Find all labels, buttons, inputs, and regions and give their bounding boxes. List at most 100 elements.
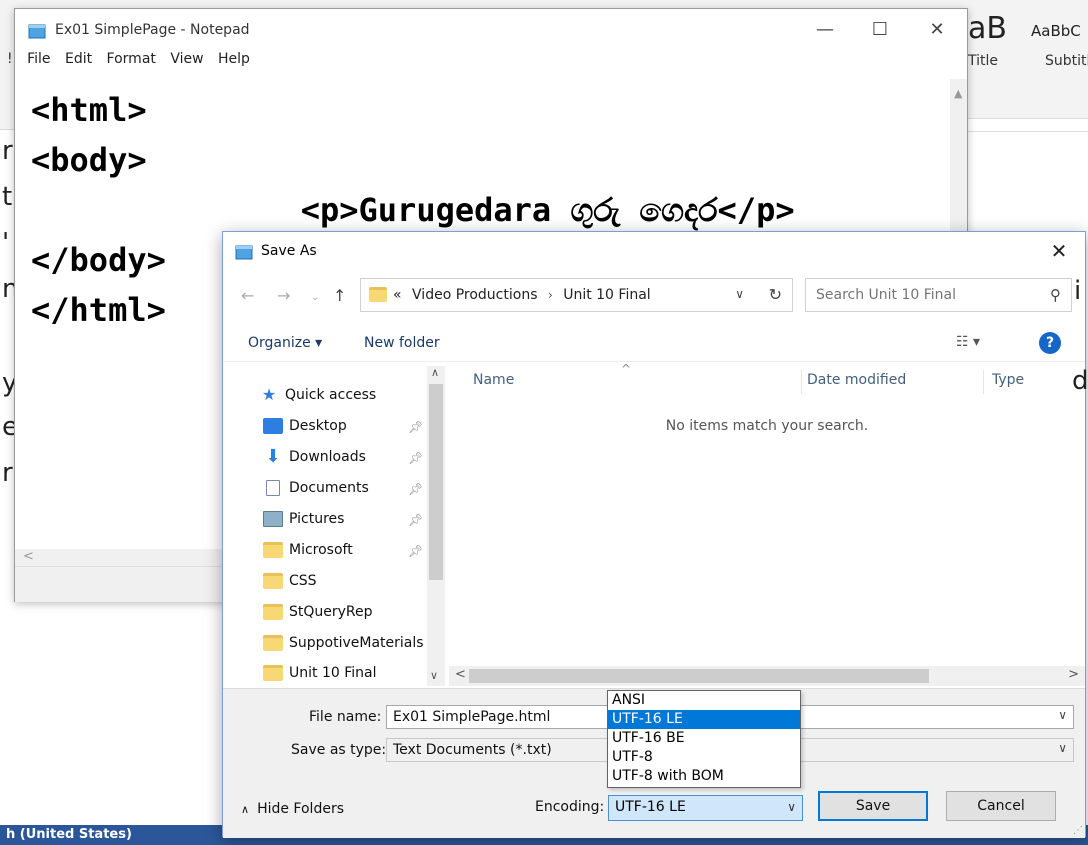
- scrollbar-thumb[interactable]: [469, 669, 929, 683]
- scroll-up-icon[interactable]: ▲: [954, 87, 962, 100]
- breadcrumb-unit-10-final[interactable]: Unit 10 Final: [563, 287, 650, 303]
- pin-icon[interactable]: 📌︎: [408, 451, 423, 465]
- close-icon[interactable]: ✕: [917, 17, 957, 43]
- word-text-fragment: r: [2, 458, 13, 488]
- scroll-right-icon[interactable]: >: [1068, 667, 1079, 682]
- save-as-type-value: Text Documents (*.txt): [393, 742, 552, 758]
- notepad-title-bar[interactable]: Ex01 SimplePage - Notepad — ☐ ✕: [15, 9, 967, 49]
- nav-item-quick-access[interactable]: ★ Quick access: [259, 387, 376, 415]
- up-arrow-icon[interactable]: ↑: [333, 286, 346, 305]
- menu-help[interactable]: Help: [218, 51, 250, 67]
- chevron-down-icon[interactable]: ∨: [1058, 741, 1067, 755]
- nav-item-css[interactable]: CSS: [263, 573, 317, 601]
- dialog-title-bar[interactable]: Save As ✕: [223, 232, 1085, 270]
- breadcrumb: « Video Productions › Unit 10 Final: [393, 287, 651, 303]
- pin-icon[interactable]: 📌︎: [408, 482, 423, 496]
- pin-icon[interactable]: 📌︎: [408, 513, 423, 527]
- column-divider[interactable]: [983, 370, 984, 394]
- dialog-title: Save As: [261, 243, 317, 259]
- encoding-option-utf-16-le[interactable]: UTF-16 LE: [608, 710, 800, 729]
- forward-arrow-icon[interactable]: →: [277, 286, 290, 305]
- scrollbar-thumb[interactable]: [429, 384, 443, 580]
- breadcrumb-video-productions[interactable]: Video Productions: [412, 287, 537, 303]
- help-icon[interactable]: ?: [1039, 332, 1061, 354]
- desktop-icon: [263, 418, 283, 434]
- new-folder-button[interactable]: New folder: [364, 335, 440, 351]
- nav-item-label: StQueryRep: [289, 604, 373, 620]
- scroll-left-icon[interactable]: <: [23, 549, 34, 564]
- nav-item-stqueryrep[interactable]: StQueryRep: [263, 604, 373, 632]
- nav-item-microsoft[interactable]: Microsoft 📌︎: [263, 542, 423, 570]
- organize-button[interactable]: Organize ▾: [248, 335, 322, 351]
- cancel-button[interactable]: Cancel: [946, 791, 1056, 821]
- column-header-type[interactable]: Type: [992, 372, 1024, 388]
- nav-item-label: Unit 10 Final: [289, 665, 377, 681]
- download-icon: ⬇: [265, 446, 281, 467]
- hide-folders-button[interactable]: ∧ Hide Folders: [241, 801, 344, 817]
- nav-item-downloads[interactable]: ⬇ Downloads 📌︎: [263, 446, 423, 477]
- resize-grip-icon[interactable]: ⋰: [1073, 825, 1083, 836]
- search-box[interactable]: ⚲: [805, 278, 1072, 312]
- nav-item-label: Quick access: [285, 387, 377, 403]
- maximize-icon[interactable]: ☐: [860, 17, 900, 43]
- menu-edit[interactable]: Edit: [65, 51, 92, 67]
- recent-dropdown-icon[interactable]: ⌄: [311, 292, 319, 303]
- nav-item-documents[interactable]: Documents 📌︎: [263, 480, 423, 508]
- notepad-menu-bar: ! File Edit Format View Help: [7, 51, 967, 73]
- notepad-title: Ex01 SimplePage - Notepad: [55, 22, 250, 38]
- column-header-name[interactable]: Name: [473, 372, 514, 388]
- folder-icon: [263, 542, 283, 558]
- nav-item-suppotivematerials[interactable]: SuppotiveMaterials: [263, 635, 424, 663]
- chevron-down-icon[interactable]: ∨: [1058, 708, 1067, 722]
- nav-item-label: Downloads: [289, 449, 366, 465]
- search-icon[interactable]: ⚲: [1050, 286, 1061, 304]
- encoding-select[interactable]: UTF-16 LE ∨: [608, 795, 803, 821]
- refresh-icon[interactable]: ↻: [769, 285, 782, 304]
- star-icon: ★: [261, 385, 277, 404]
- menu-format[interactable]: Format: [107, 51, 156, 67]
- dialog-toolbar: Organize ▾ New folder ☷ ▾ ?: [223, 328, 1085, 362]
- chevron-down-icon[interactable]: ∨: [735, 287, 744, 301]
- encoding-option-ansi[interactable]: ANSI: [608, 691, 800, 710]
- scroll-up-icon[interactable]: ∧: [431, 366, 439, 379]
- encoding-option-utf-8[interactable]: UTF-8: [608, 748, 800, 767]
- back-arrow-icon[interactable]: ←: [241, 286, 254, 305]
- encoding-option-utf-8-with-bom[interactable]: UTF-8 with BOM: [608, 767, 800, 786]
- pin-icon[interactable]: 📌︎: [408, 544, 423, 558]
- save-button[interactable]: Save: [818, 791, 928, 821]
- chevron-right-icon[interactable]: ›: [548, 288, 553, 302]
- view-options-icon[interactable]: ☷ ▾: [956, 334, 980, 350]
- file-list-horizontal-scrollbar[interactable]: < >: [449, 666, 1085, 686]
- word-text-fragment: t: [2, 182, 13, 212]
- column-divider[interactable]: [801, 370, 802, 394]
- search-input[interactable]: [814, 286, 1024, 304]
- documents-icon: [266, 480, 280, 496]
- word-text-fragment: ': [2, 228, 10, 258]
- nav-item-label: Pictures: [289, 511, 345, 527]
- menu-file[interactable]: File: [27, 51, 50, 67]
- nav-item-desktop[interactable]: Desktop 📌︎: [263, 418, 423, 446]
- encoding-option-utf-16-be[interactable]: UTF-16 BE: [608, 729, 800, 748]
- word-style-preview-title[interactable]: aB: [968, 14, 1007, 44]
- scroll-down-icon[interactable]: ∨: [430, 669, 438, 682]
- word-style-preview-subtitle[interactable]: AaBbC: [1031, 22, 1081, 40]
- breadcrumb-prefix[interactable]: «: [393, 287, 402, 303]
- encoding-value: UTF-16 LE: [615, 799, 686, 815]
- encoding-label: Encoding:: [535, 799, 605, 815]
- column-header-date-modified[interactable]: Date modified: [807, 372, 906, 388]
- word-ruler: [968, 118, 1088, 132]
- minimize-icon[interactable]: —: [805, 17, 845, 43]
- file-name-label: File name:: [309, 709, 382, 725]
- address-bar[interactable]: « Video Productions › Unit 10 Final ∨ ↻: [360, 278, 793, 312]
- chevron-down-icon[interactable]: ∨: [787, 800, 796, 814]
- menu-view[interactable]: View: [170, 51, 203, 67]
- close-icon[interactable]: ✕: [1041, 236, 1077, 266]
- navigation-pane-scrollbar[interactable]: ∧ ∨: [427, 366, 445, 686]
- notepad-icon: [28, 24, 46, 39]
- pin-icon[interactable]: 📌︎: [408, 420, 423, 434]
- file-name-value: Ex01 SimplePage.html: [393, 709, 551, 725]
- nav-item-label: Documents: [289, 480, 369, 496]
- text-line: <body>: [31, 141, 147, 179]
- nav-item-pictures[interactable]: Pictures 📌︎: [263, 511, 423, 539]
- scroll-left-icon[interactable]: <: [455, 667, 466, 682]
